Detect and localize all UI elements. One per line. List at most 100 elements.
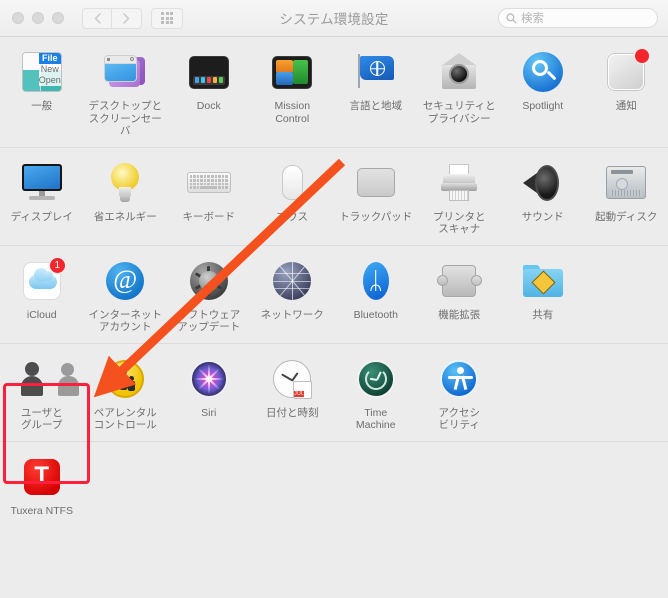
bluetooth-icon: ᛦ [352, 257, 400, 305]
pref-label: 共有 [532, 308, 554, 321]
pref-item-internet-accounts[interactable]: @ インターネット アカウント [84, 257, 168, 334]
pref-cell-empty [501, 453, 585, 518]
pref-cell-empty [167, 453, 251, 518]
pref-cell-empty [585, 453, 668, 518]
mouse-icon [268, 159, 316, 207]
notification-badge [635, 49, 650, 63]
pref-item-users-groups[interactable]: ユーザと グループ [0, 355, 84, 432]
search-placeholder: 検索 [521, 13, 544, 25]
show-all-button[interactable] [151, 7, 183, 29]
pref-item-displays[interactable]: ディスプレイ [0, 159, 84, 236]
pref-item-spotlight[interactable]: Spotlight [501, 48, 585, 138]
pref-cell-empty [251, 453, 335, 518]
network-icon [268, 257, 316, 305]
tuxera-ntfs-icon: T [18, 453, 66, 501]
pref-row-4: ユーザと グループ ペアレンタル コントロール Siri JUL 日付と時刻 T… [0, 344, 668, 442]
pref-cell-empty [585, 355, 668, 432]
pref-row-1: File New Open 一般 デスクトップと スクリーンセーバ Dock M… [0, 37, 668, 148]
desktop-screensaver-icon [101, 48, 149, 96]
date-time-icon: JUL 18 [268, 355, 316, 403]
pref-item-mouse[interactable]: マウス [251, 159, 335, 236]
siri-icon [185, 355, 233, 403]
pref-label: インターネット アカウント [88, 308, 163, 334]
pref-cell-empty [334, 453, 418, 518]
pref-item-trackpad[interactable]: トラックパッド [334, 159, 418, 236]
pref-item-sound[interactable]: サウンド [501, 159, 585, 236]
pref-label: ユーザと グループ [20, 406, 63, 432]
chevron-right-icon [123, 12, 130, 24]
pref-label: アクセシ ビリティ [438, 406, 480, 432]
bluetooth-glyph: ᛦ [368, 266, 383, 295]
pref-item-date-time[interactable]: JUL 18 日付と時刻 [251, 355, 335, 432]
pref-item-security-privacy[interactable]: セキュリティと プライバシー [418, 48, 502, 138]
pref-item-time-machine[interactable]: Time Machine [334, 355, 418, 432]
pref-item-accessibility[interactable]: アクセシ ビリティ [418, 355, 502, 432]
pref-label: デスクトップと スクリーンセーバ [88, 100, 163, 137]
pref-item-parental-controls[interactable]: ペアレンタル コントロール [84, 355, 168, 432]
pref-label: 一般 [31, 100, 53, 112]
pref-item-bluetooth[interactable]: ᛦ Bluetooth [334, 257, 418, 334]
back-button[interactable] [82, 7, 112, 29]
pref-item-language-region[interactable]: 言語と地域 [334, 48, 418, 138]
pref-label: プリンタと スキャナ [433, 210, 486, 236]
time-machine-icon [352, 355, 400, 403]
pref-item-desktop-screensaver[interactable]: デスクトップと スクリーンセーバ [84, 48, 168, 138]
startup-disk-icon [602, 159, 650, 207]
sharing-icon [519, 257, 567, 305]
pref-label: Siri [201, 406, 217, 419]
pref-label: 機能拡張 [438, 308, 481, 321]
printers-scanners-icon [435, 159, 483, 207]
close-button[interactable] [12, 12, 24, 24]
pref-item-energy-saver[interactable]: 省エネルギー [84, 159, 168, 236]
pref-item-notifications[interactable]: 通知 [585, 48, 668, 138]
pref-item-general[interactable]: File New Open 一般 [0, 48, 84, 138]
icloud-badge: 1 [49, 257, 65, 273]
pref-label: ペアレンタル コントロール [93, 406, 157, 432]
zoom-button[interactable] [52, 12, 64, 24]
software-update-icon [185, 257, 233, 305]
pref-item-siri[interactable]: Siri [167, 355, 251, 432]
pref-label: Mission Control [274, 100, 311, 125]
notifications-icon [602, 48, 650, 96]
pref-cell-empty [501, 355, 585, 432]
pref-item-keyboard[interactable]: キーボード [167, 159, 251, 236]
forward-button[interactable] [112, 7, 142, 29]
pref-item-dock[interactable]: Dock [167, 48, 251, 138]
pref-item-extensions[interactable]: 機能拡張 [418, 257, 502, 334]
pref-label: Tuxera NTFS [10, 504, 74, 517]
minimize-button[interactable] [32, 12, 44, 24]
pref-label: 通知 [615, 100, 637, 112]
titlebar: システム環境設定 検索 [0, 0, 668, 37]
pref-item-software-update[interactable]: ソフトウェア アップデート [167, 257, 251, 334]
grid-icon [161, 12, 173, 24]
search-field[interactable]: 検索 [498, 8, 658, 28]
parental-controls-icon [101, 355, 149, 403]
extensions-icon [435, 257, 483, 305]
pref-row-2: ディスプレイ 省エネルギー キーボード マウス トラックパッド プリンタと スキ… [0, 148, 668, 246]
pref-row-3: 1 iCloud @ インターネット アカウント ソフトウェア アップデート ネ… [0, 246, 668, 344]
pref-label: サウンド [521, 210, 564, 223]
pref-item-mission-control[interactable]: Mission Control [251, 48, 335, 138]
pref-item-tuxera-ntfs[interactable]: T Tuxera NTFS [0, 453, 84, 518]
pref-label: 言語と地域 [349, 100, 403, 112]
chevron-left-icon [94, 12, 101, 24]
pref-label: 起動ディスク [595, 210, 658, 223]
pref-item-printers-scanners[interactable]: プリンタと スキャナ [418, 159, 502, 236]
pref-label: 日付と時刻 [266, 406, 319, 419]
pref-item-startup-disk[interactable]: 起動ディスク [585, 159, 668, 236]
pref-label: Spotlight [522, 100, 564, 112]
pref-label: キーボード [182, 210, 236, 223]
pref-item-icloud[interactable]: 1 iCloud [0, 257, 84, 334]
pref-item-network[interactable]: ネットワーク [251, 257, 335, 334]
pref-item-sharing[interactable]: 共有 [501, 257, 585, 334]
pref-label: Time Machine [355, 406, 396, 432]
at-symbol: @ [106, 261, 145, 300]
pref-label: iCloud [26, 308, 57, 321]
pref-label: ソフトウェア アップデート [177, 308, 241, 334]
calendar-month: JUL [294, 390, 305, 397]
pref-label: セキュリティと プライバシー [422, 100, 496, 125]
pref-label: ネットワーク [260, 308, 324, 321]
system-preferences-window: システム環境設定 検索 File New Open 一般 デスクトップと スクリ… [0, 0, 668, 598]
pref-cell-empty [418, 453, 502, 518]
pref-label: ディスプレイ [10, 210, 73, 223]
